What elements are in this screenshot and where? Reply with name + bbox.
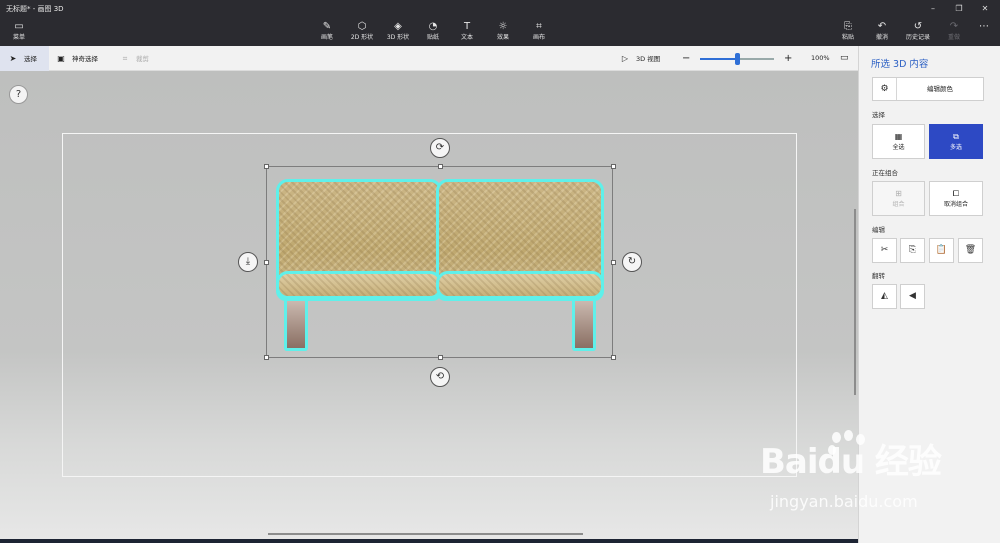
cut-button[interactable]: ✂ <box>872 238 897 263</box>
magic-select-tool[interactable]: ▣ 神奇选择 <box>56 46 108 71</box>
flip-vertical-icon: ◀ <box>909 291 916 301</box>
select-all-icon: ▦ <box>894 132 903 141</box>
zoom-slider[interactable] <box>700 53 774 65</box>
rotate-x-bottom-handle-icon[interactable]: ⟲ <box>430 367 450 387</box>
effects-icon: ☼ <box>498 21 508 32</box>
3d-shapes-tool-button[interactable]: ◈ 3D 形状 <box>382 20 414 46</box>
resize-handle-top[interactable] <box>438 164 443 169</box>
maximize-button[interactable]: ❐ <box>946 0 972 18</box>
flip-section-label: 翻转 <box>872 272 885 280</box>
zoom-in-button[interactable]: + <box>784 46 794 71</box>
help-button[interactable]: ? <box>9 85 28 104</box>
zoom-out-button[interactable]: − <box>682 46 692 71</box>
select-tool[interactable]: ➤ 选择 <box>0 46 49 71</box>
sofa-seat-cushion-right <box>436 271 604 299</box>
ungroup-button[interactable]: ⧠ 取消组合 <box>929 181 983 216</box>
rotate-z-handle-icon[interactable]: ↻ <box>622 252 642 272</box>
canvas-fit-button[interactable]: ▭ <box>840 46 854 71</box>
cut-icon: ✂ <box>880 245 889 255</box>
sticker-tool-button[interactable]: ◔ 贴纸 <box>420 20 446 46</box>
2d-shapes-tool-button[interactable]: ⬡ 2D 形状 <box>346 20 378 46</box>
more-options-button[interactable]: ⋯ <box>974 20 994 46</box>
paste-icon: ⎘ <box>844 21 852 32</box>
effects-tool-button[interactable]: ☼ 效果 <box>490 20 516 46</box>
sticker-icon: ◔ <box>428 21 438 32</box>
horizontal-scrollbar[interactable] <box>268 533 583 535</box>
watermark-site: jingyan.baidu.com <box>770 492 918 511</box>
crop-icon: ⌗ <box>122 54 128 63</box>
more-icon: ⋯ <box>979 21 989 32</box>
edit-section-label: 编辑 <box>872 226 885 234</box>
flip-vertical-button[interactable]: ◀ <box>900 284 925 309</box>
depth-push-handle-icon[interactable]: ⤓ <box>238 252 258 272</box>
menu-button[interactable]: ▭ 菜单 <box>6 20 32 46</box>
resize-handle-left[interactable] <box>264 260 269 265</box>
vertical-scrollbar[interactable] <box>854 209 856 395</box>
undo-icon: ↶ <box>877 21 887 32</box>
cursor-icon: ➤ <box>9 54 17 63</box>
group-section-label: 正在组合 <box>872 169 898 177</box>
3d-view-icon: ▷ <box>621 54 629 63</box>
select-all-button[interactable]: ▦ 全选 <box>872 124 925 159</box>
canvas-icon: ⌗ <box>536 21 542 32</box>
brush-icon: ✎ <box>322 21 332 32</box>
main-toolbar: ▭ 菜单 ✎ 画笔 ⬡ 2D 形状 ◈ 3D 形状 ◔ 贴纸 T 文本 ☼ 效果… <box>0 18 1000 46</box>
redo-button[interactable]: ↷ 重做 <box>942 20 966 46</box>
2d-shapes-icon: ⬡ <box>357 21 367 32</box>
zoom-value: 100% <box>811 54 830 62</box>
crop-tool[interactable]: ⌗ 裁剪 <box>120 46 156 71</box>
drawing-canvas[interactable]: ? ⟳ ⟲ ⤓ ↻ <box>0 71 858 539</box>
magic-select-icon: ▣ <box>57 54 65 63</box>
copy-button[interactable]: ⎘ <box>900 238 925 263</box>
close-button[interactable]: ✕ <box>972 0 998 18</box>
watermark-logo: Baidu 经验 <box>760 442 942 482</box>
baidu-jingyan-watermark: Baidu 经验 jingyan.baidu.com <box>760 430 1000 520</box>
brush-tool-button[interactable]: ✎ 画笔 <box>312 20 342 46</box>
rotate-x-handle-icon[interactable]: ⟳ <box>430 138 450 158</box>
flip-horizontal-icon: ◭ <box>881 291 888 301</box>
canvas-tool-button[interactable]: ⌗ 画布 <box>526 20 552 46</box>
resize-handle-top-left[interactable] <box>264 164 269 169</box>
paste-button[interactable]: ⎘ 粘贴 <box>836 20 860 46</box>
undo-button[interactable]: ↶ 撤消 <box>870 20 894 46</box>
window-title: 无标题* - 画图 3D <box>6 5 64 13</box>
resize-handle-bottom-left[interactable] <box>264 355 269 360</box>
paste-icon: 📋 <box>935 245 948 255</box>
trash-icon: 🗑 <box>964 245 977 255</box>
panel-title: 所选 3D 内容 <box>871 59 929 70</box>
resize-handle-right[interactable] <box>611 260 616 265</box>
minimize-button[interactable]: – <box>920 0 946 18</box>
delete-button[interactable]: 🗑 <box>958 238 983 263</box>
multi-select-icon: ⧉ <box>953 132 959 141</box>
3d-shapes-icon: ◈ <box>394 21 402 32</box>
folder-icon: ▭ <box>14 21 24 32</box>
fit-screen-icon: ▭ <box>840 53 849 63</box>
multi-select-button[interactable]: ⧉ 多选 <box>929 124 983 159</box>
sofa-seat-cushion-left <box>276 271 442 299</box>
redo-icon: ↷ <box>949 21 959 32</box>
taskbar-strip <box>0 539 858 543</box>
title-bar: 无标题* - 画图 3D – ❐ ✕ <box>0 0 1000 18</box>
text-icon: T <box>463 21 471 32</box>
ungroup-icon: ⧠ <box>952 189 960 198</box>
resize-handle-top-right[interactable] <box>611 164 616 169</box>
group-button[interactable]: ⊞ 组合 <box>872 181 925 216</box>
text-tool-button[interactable]: T 文本 <box>454 20 480 46</box>
select-section-label: 选择 <box>872 111 885 119</box>
copy-icon: ⎘ <box>908 245 917 255</box>
flip-horizontal-button[interactable]: ◭ <box>872 284 897 309</box>
resize-handle-bottom[interactable] <box>438 355 443 360</box>
3d-sofa-object[interactable] <box>276 179 604 351</box>
color-palette-icon: ⚙ <box>873 78 897 100</box>
edit-color-button[interactable]: ⚙ 编辑颜色 <box>872 77 984 101</box>
paste-panel-button[interactable]: 📋 <box>929 238 954 263</box>
zoom-slider-thumb[interactable] <box>735 53 740 65</box>
3d-view-toggle[interactable]: ▷ 3D 视图 <box>620 46 668 71</box>
resize-handle-bottom-right[interactable] <box>611 355 616 360</box>
history-button[interactable]: ↺ 历史记录 <box>902 20 934 46</box>
group-icon: ⊞ <box>895 189 902 198</box>
selection-toolbar: ➤ 选择 ▣ 神奇选择 ⌗ 裁剪 ▷ 3D 视图 − + 100% ▭ <box>0 46 858 71</box>
history-icon: ↺ <box>913 21 923 32</box>
zoom-slider-fill <box>700 58 737 60</box>
